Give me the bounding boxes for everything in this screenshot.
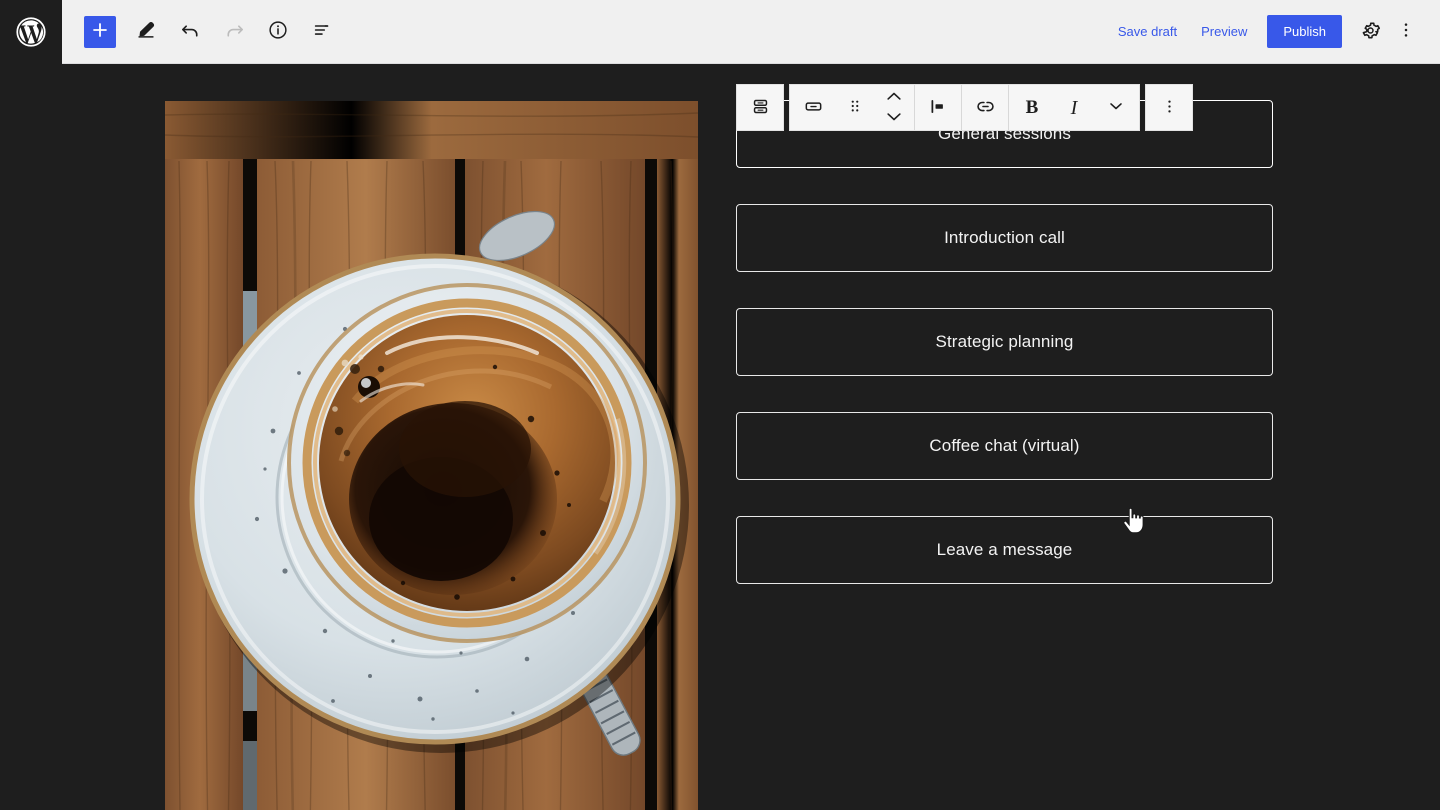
editor-canvas: General sessions Introduction call Strat… xyxy=(0,64,1440,810)
button-block-strategic-planning[interactable]: Strategic planning xyxy=(736,308,1273,376)
align-button[interactable] xyxy=(915,85,961,130)
vertical-dots-icon xyxy=(1396,20,1416,43)
block-movers xyxy=(874,87,914,129)
list-view-icon xyxy=(311,19,333,44)
italic-glyph: I xyxy=(1070,96,1078,119)
more-rich-text-controls-button[interactable] xyxy=(1093,85,1139,130)
list-view-button[interactable] xyxy=(304,14,340,50)
move-block-up-button[interactable] xyxy=(884,87,904,108)
button-block-leave-a-message[interactable]: Leave a message xyxy=(736,516,1273,584)
options-menu-button[interactable] xyxy=(1388,14,1424,50)
tools-edit-mode-button[interactable] xyxy=(128,14,164,50)
drag-handle-button[interactable] xyxy=(836,85,874,130)
block-type-switcher-button[interactable] xyxy=(790,85,836,130)
toolbar-group-parent xyxy=(736,84,784,131)
pencil-icon xyxy=(135,19,157,44)
save-draft-button[interactable]: Save draft xyxy=(1106,16,1189,47)
link-icon xyxy=(975,96,996,120)
align-text-icon xyxy=(928,96,949,120)
info-circle-icon xyxy=(267,19,289,44)
button-block-icon xyxy=(803,96,824,120)
italic-button[interactable]: I xyxy=(1055,85,1093,130)
editor-header: Save draft Preview Publish xyxy=(0,0,1440,64)
preview-button[interactable]: Preview xyxy=(1189,16,1259,47)
button-label: Coffee chat (virtual) xyxy=(929,436,1080,455)
toolbar-group-options xyxy=(1145,84,1193,131)
settings-button[interactable] xyxy=(1352,14,1388,50)
link-button[interactable] xyxy=(962,85,1008,130)
block-toolbar: B I xyxy=(736,84,1193,131)
button-label: Introduction call xyxy=(944,228,1065,247)
gear-icon xyxy=(1360,20,1381,44)
buttons-block-icon xyxy=(750,96,771,120)
buttons-block-list: General sessions Introduction call Strat… xyxy=(736,100,1273,620)
undo-button[interactable] xyxy=(172,14,208,50)
bold-glyph: B xyxy=(1025,97,1039,118)
button-block-coffee-chat-virtual[interactable]: Coffee chat (virtual) xyxy=(736,412,1273,480)
block-options-button[interactable] xyxy=(1146,85,1192,130)
chevron-down-icon xyxy=(1106,96,1126,119)
coffee-image-artwork xyxy=(165,101,698,810)
button-label: Strategic planning xyxy=(935,332,1074,351)
select-parent-buttons-block-button[interactable] xyxy=(737,85,783,130)
coffee-cup-on-wooden-table-image[interactable] xyxy=(165,101,698,810)
button-block-introduction-call[interactable]: Introduction call xyxy=(736,204,1273,272)
header-right-toolbar: Save draft Preview Publish xyxy=(1106,14,1440,50)
toolbar-group-block: B I xyxy=(789,84,1140,131)
undo-arrow-icon xyxy=(179,19,202,45)
publish-button[interactable]: Publish xyxy=(1267,15,1342,48)
redo-arrow-icon xyxy=(223,19,246,45)
wordpress-logo-button[interactable] xyxy=(0,0,62,64)
chevron-up-icon xyxy=(884,89,904,106)
header-left-toolbar xyxy=(62,14,340,50)
vertical-dots-icon xyxy=(1160,97,1179,119)
chevron-down-icon xyxy=(884,110,904,127)
drag-dots-icon xyxy=(846,97,864,118)
details-info-button[interactable] xyxy=(260,14,296,50)
bold-button[interactable]: B xyxy=(1009,85,1055,130)
wordpress-logo-icon xyxy=(15,16,47,48)
button-label: Leave a message xyxy=(936,540,1073,559)
plus-icon xyxy=(89,19,111,44)
redo-button[interactable] xyxy=(216,14,252,50)
move-block-down-button[interactable] xyxy=(884,108,904,129)
add-block-inserter[interactable] xyxy=(84,15,116,48)
